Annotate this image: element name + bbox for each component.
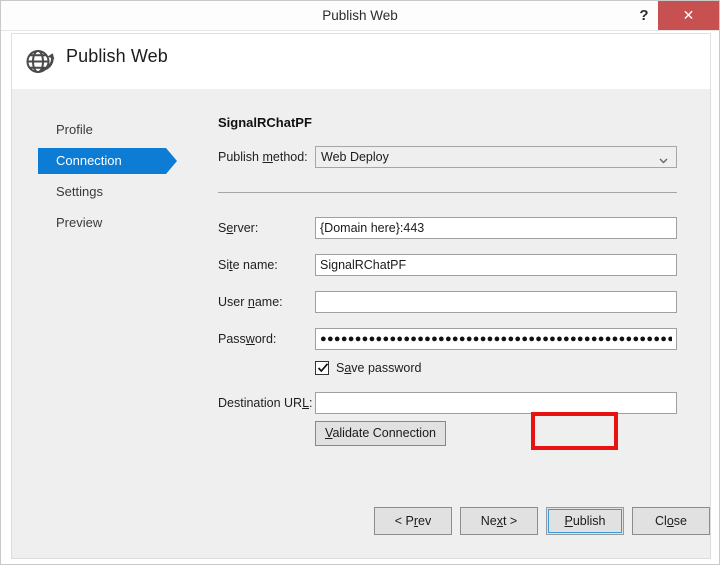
- help-icon[interactable]: ?: [631, 1, 657, 30]
- window-title: Publish Web: [322, 8, 398, 23]
- chevron-down-icon: [659, 151, 668, 164]
- server-input[interactable]: [315, 217, 677, 239]
- user-name-label: User name:: [218, 295, 283, 309]
- sidebar-item-label: Settings: [56, 184, 103, 199]
- destination-url-label: Destination URL:: [218, 396, 313, 410]
- sidebar-item-preview[interactable]: Preview: [38, 210, 166, 236]
- close-icon[interactable]: ✕: [658, 1, 719, 30]
- publish-method-value: Web Deploy: [321, 150, 389, 164]
- dialog-header: Publish Web: [11, 33, 711, 89]
- close-button[interactable]: Close: [632, 507, 710, 535]
- sidebar-item-connection[interactable]: Connection: [38, 148, 166, 174]
- site-name-input[interactable]: [315, 254, 677, 276]
- nav-selected-arrow-icon: [166, 148, 177, 174]
- destination-url-input[interactable]: [315, 392, 677, 414]
- password-label: Password:: [218, 332, 277, 346]
- page-title: SignalRChatPF: [218, 115, 312, 130]
- dialog-body: Profile Connection Settings Preview Sign…: [11, 89, 711, 559]
- user-name-input[interactable]: [315, 291, 677, 313]
- sidebar-item-settings[interactable]: Settings: [38, 179, 166, 205]
- save-password-label: Save password: [336, 361, 422, 375]
- sidebar-item-label: Profile: [56, 122, 93, 137]
- publish-web-dialog: Publish Web ? ✕ Publish Web Profile Conn…: [0, 0, 720, 565]
- sidebar-item-label: Connection: [56, 153, 122, 168]
- sidebar-item-profile[interactable]: Profile: [38, 117, 166, 143]
- sidebar-item-label: Preview: [56, 215, 103, 230]
- title-bar: Publish Web ? ✕: [1, 1, 719, 31]
- validate-connection-button[interactable]: Validate Connection: [315, 421, 446, 446]
- prev-button[interactable]: < Prev: [374, 507, 452, 535]
- save-password-checkbox[interactable]: [315, 361, 329, 375]
- globe-publish-icon: [22, 42, 60, 80]
- section-divider: [218, 192, 677, 193]
- publish-method-dropdown[interactable]: Web Deploy: [315, 146, 677, 168]
- publish-button[interactable]: Publish: [546, 507, 624, 535]
- password-input[interactable]: [315, 328, 677, 350]
- header-title: Publish Web: [66, 46, 168, 66]
- server-label: Server:: [218, 221, 259, 235]
- checkmark-icon: [317, 362, 329, 374]
- dialog-footer: < Prev Next > Publish Close: [12, 489, 712, 559]
- next-button[interactable]: Next >: [460, 507, 538, 535]
- site-name-label: Site name:: [218, 258, 278, 272]
- publish-method-label: Publish method:: [218, 150, 308, 164]
